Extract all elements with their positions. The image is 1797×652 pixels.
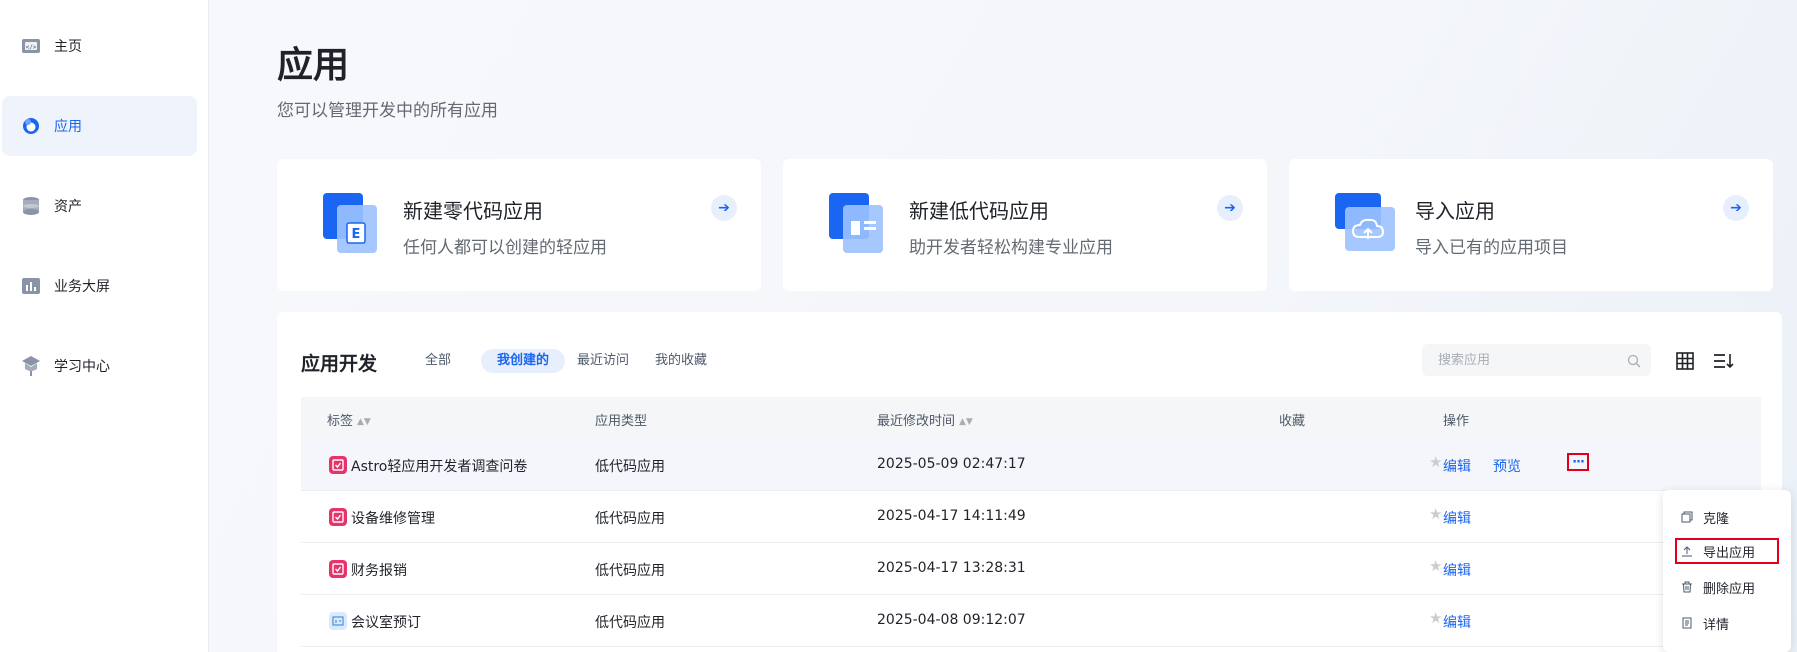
sidebar-item-label: 应用 xyxy=(54,119,82,135)
page-subtitle: 您可以管理开发中的所有应用 xyxy=(277,101,498,121)
sidebar-item-label: 主页 xyxy=(54,39,82,55)
table-row[interactable]: 会议室预订 低代码应用 2025-04-08 09:12:07 ★ 编辑 xyxy=(301,595,1761,647)
table-row[interactable]: 设备维修管理 低代码应用 2025-04-17 14:11:49 ★ 编辑 xyxy=(301,491,1761,543)
app-dev-panel: 应用开发 全部 我创建的 最近访问 我的收藏 标签▲▼ 应用类型 最近修改时间▲… xyxy=(277,312,1782,652)
sidebar-item-assets[interactable]: 资产 xyxy=(2,176,197,236)
export-icon xyxy=(1681,545,1693,557)
sidebar-item-home[interactable]: </> 主页 xyxy=(2,16,197,76)
table-row[interactable]: 财务报销 低代码应用 2025-04-17 13:28:31 ★ 编辑 xyxy=(301,543,1761,595)
card-title: 导入应用 xyxy=(1415,199,1495,223)
page-title: 应用 xyxy=(277,45,350,86)
modified-time: 2025-04-17 13:28:31 xyxy=(877,560,1026,576)
app-icon xyxy=(20,115,42,137)
svg-text:</>: </> xyxy=(26,44,37,51)
code-window-icon: </> xyxy=(20,35,42,57)
sidebar-item-label: 学习中心 xyxy=(54,359,110,375)
app-type: 低代码应用 xyxy=(595,511,665,527)
grid-view-icon[interactable] xyxy=(1674,350,1696,372)
arrow-right-icon[interactable]: ➔ xyxy=(1217,195,1243,221)
menu-item-delete[interactable]: 删除应用 xyxy=(1677,574,1777,600)
app-name[interactable]: Astro轻应用开发者调查问卷 xyxy=(351,456,527,476)
low-code-icon xyxy=(829,193,887,255)
column-header-tag[interactable]: 标签 ▲▼ xyxy=(327,410,371,429)
tab-created-by-me[interactable]: 我创建的 xyxy=(481,349,566,373)
search-icon[interactable] xyxy=(1627,353,1641,368)
table-row[interactable]: Astro轻应用开发者调查问卷 低代码应用 2025-05-09 02:47:1… xyxy=(301,439,1761,491)
column-header-favorite: 收藏 xyxy=(1279,414,1306,429)
tab-all[interactable]: 全部 xyxy=(409,349,467,373)
preview-link[interactable]: 预览 xyxy=(1493,456,1521,476)
main-content: 应用 您可以管理开发中的所有应用 E 新建零代码应用 任何人都可以创建的轻应用 … xyxy=(209,0,1797,652)
menu-item-clone[interactable]: 克隆 xyxy=(1677,504,1777,530)
database-icon xyxy=(20,195,42,217)
card-title: 新建低代码应用 xyxy=(909,199,1049,223)
sidebar: </> 主页 应用 资产 业务大屏 学习中心 xyxy=(0,0,209,652)
arrow-right-icon[interactable]: ➔ xyxy=(1723,195,1749,221)
learning-icon xyxy=(20,355,42,377)
sidebar-item-dashboard[interactable]: 业务大屏 xyxy=(2,256,197,316)
edit-link[interactable]: 编辑 xyxy=(1443,560,1471,580)
form-app-icon xyxy=(329,560,347,578)
more-actions-menu: 克隆 导出应用 删除应用 详情 xyxy=(1663,490,1791,652)
card-new-low-code[interactable]: 新建低代码应用 助开发者轻松构建专业应用 ➔ xyxy=(783,159,1267,291)
column-header-actions: 操作 xyxy=(1443,414,1470,429)
star-icon[interactable]: ★ xyxy=(1429,557,1442,575)
app-type: 低代码应用 xyxy=(595,563,665,579)
card-title: 新建零代码应用 xyxy=(403,199,543,223)
sidebar-item-learning[interactable]: 学习中心 xyxy=(2,336,197,396)
form-app-icon xyxy=(329,456,347,474)
menu-item-details[interactable]: 详情 xyxy=(1677,610,1777,636)
trash-icon xyxy=(1681,581,1693,593)
zero-code-icon: E xyxy=(323,193,381,255)
svg-text:E: E xyxy=(352,227,361,242)
search-input[interactable] xyxy=(1422,344,1651,376)
app-name[interactable]: 会议室预订 xyxy=(351,612,421,632)
app-name[interactable]: 设备维修管理 xyxy=(351,508,435,528)
form-app-icon xyxy=(329,508,347,526)
sidebar-item-apps[interactable]: 应用 xyxy=(2,96,197,156)
card-import-app[interactable]: 导入应用 导入已有的应用项目 ➔ xyxy=(1289,159,1773,291)
modified-time: 2025-04-17 14:11:49 xyxy=(877,508,1026,524)
menu-item-export[interactable]: 导出应用 xyxy=(1675,538,1779,564)
sidebar-item-label: 业务大屏 xyxy=(54,279,110,295)
calendar-app-icon xyxy=(329,612,347,630)
column-header-modified[interactable]: 最近修改时间 ▲▼ xyxy=(877,410,973,429)
tab-favorites[interactable]: 我的收藏 xyxy=(639,349,723,373)
star-icon[interactable]: ★ xyxy=(1429,505,1442,523)
star-icon[interactable]: ★ xyxy=(1429,609,1442,627)
app-type: 低代码应用 xyxy=(595,459,665,475)
edit-link[interactable]: 编辑 xyxy=(1443,456,1471,476)
column-header-type: 应用类型 xyxy=(595,414,648,429)
card-description: 助开发者轻松构建专业应用 xyxy=(909,238,1113,258)
list-sort-icon[interactable] xyxy=(1713,350,1735,372)
dashboard-icon xyxy=(20,275,42,297)
card-new-zero-code[interactable]: E 新建零代码应用 任何人都可以创建的轻应用 ➔ xyxy=(277,159,761,291)
doc-icon xyxy=(1681,617,1693,629)
edit-link[interactable]: 编辑 xyxy=(1443,508,1471,528)
edit-link[interactable]: 编辑 xyxy=(1443,612,1471,632)
copy-icon xyxy=(1681,511,1693,523)
panel-title: 应用开发 xyxy=(301,353,378,375)
card-description: 导入已有的应用项目 xyxy=(1415,238,1568,258)
card-description: 任何人都可以创建的轻应用 xyxy=(403,238,607,258)
table-header: 标签 ▲▼ 应用类型 最近修改时间 ▲▼ 收藏 操作 xyxy=(301,397,1761,439)
more-actions-button[interactable]: ··· xyxy=(1567,453,1589,471)
modified-time: 2025-04-08 09:12:07 xyxy=(877,612,1026,628)
arrow-right-icon[interactable]: ➔ xyxy=(711,195,737,221)
app-name[interactable]: 财务报销 xyxy=(351,560,407,580)
sidebar-item-label: 资产 xyxy=(54,199,82,215)
cloud-import-icon xyxy=(1335,193,1395,255)
modified-time: 2025-05-09 02:47:17 xyxy=(877,456,1026,472)
star-icon[interactable]: ★ xyxy=(1429,453,1442,471)
app-type: 低代码应用 xyxy=(595,615,665,631)
tab-recent[interactable]: 最近访问 xyxy=(561,349,645,373)
